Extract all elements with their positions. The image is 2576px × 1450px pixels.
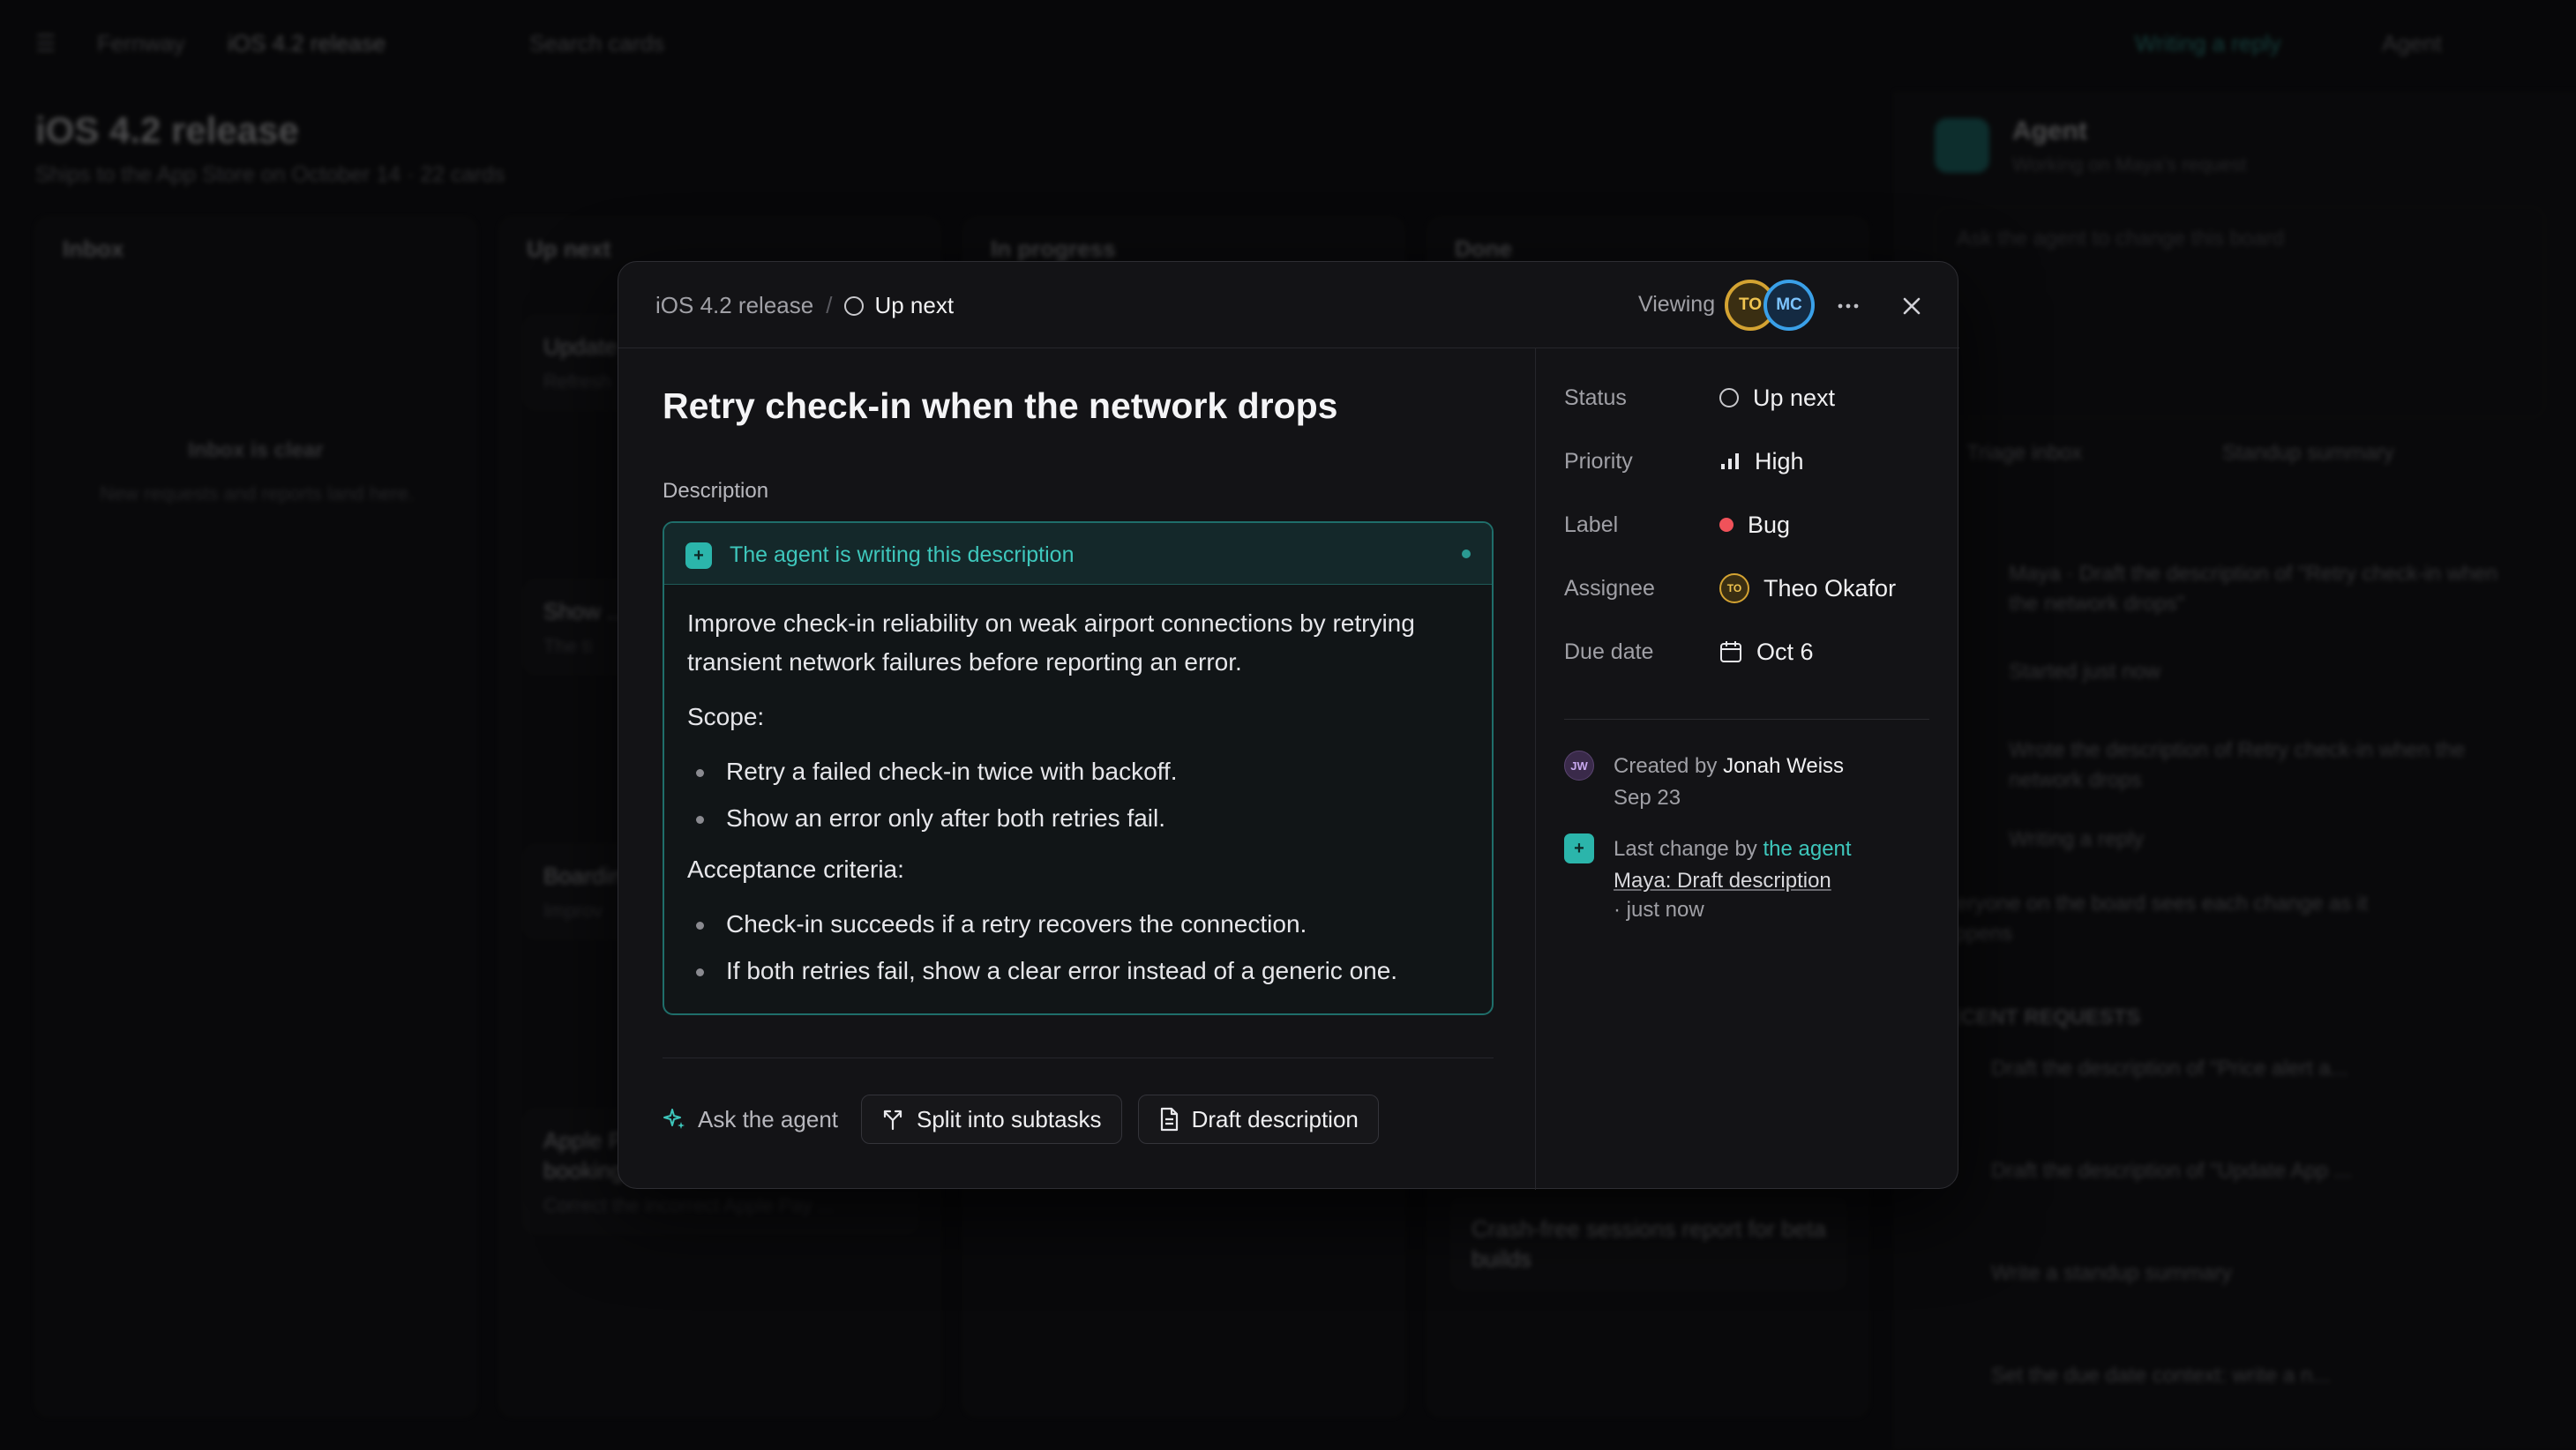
avatar: TO — [1719, 573, 1749, 603]
viewer-avatar-maya[interactable]: MC — [1764, 280, 1815, 331]
status-circle-icon — [844, 295, 865, 316]
property-label-text: Label — [1564, 512, 1619, 537]
priority-value: High — [1755, 447, 1804, 475]
list-item: Check-in succeeds if a retry recovers th… — [687, 905, 1472, 944]
more-options-button[interactable] — [1829, 287, 1868, 325]
property-label: Due date — [1564, 639, 1654, 664]
agent-writing-banner: + The agent is writing this description — [664, 523, 1492, 585]
acceptance-list: Check-in succeeds if a retry recovers th… — [687, 905, 1472, 990]
avatar: JW — [1564, 751, 1594, 781]
document-icon — [1160, 1107, 1178, 1132]
list-item: Show an error only after both retries fa… — [687, 799, 1472, 838]
draft-description-label: Draft description — [1191, 1105, 1359, 1132]
scope-list: Retry a failed check-in twice with backo… — [687, 752, 1472, 838]
property-label: Assignee — [1564, 575, 1655, 601]
ask-agent-label: Ask the agent — [698, 1105, 838, 1132]
agent-sparkle-icon: + — [1564, 833, 1594, 863]
due-date-value: Oct 6 — [1756, 638, 1814, 665]
sparkle-icon — [663, 1109, 685, 1129]
description-label: Description — [663, 479, 769, 503]
assignee-value: Theo Okafor — [1764, 574, 1897, 602]
property-priority[interactable]: Priority High — [1564, 442, 1935, 481]
divider — [1564, 719, 1929, 720]
list-item: If both retries fail, show a clear error… — [687, 952, 1472, 990]
split-subtasks-button[interactable]: Split into subtasks — [861, 1095, 1122, 1144]
agent-writing-text: The agent is writing this description — [730, 542, 1075, 567]
description-editor[interactable]: + The agent is writing this description … — [663, 521, 1494, 1015]
activity-created: JW Created by Jonah Weiss Sep 23 — [1564, 751, 1935, 814]
card-detail-modal: iOS 4.2 release / Up next Viewing TO MC … — [618, 261, 1959, 1190]
property-label: Priority — [1564, 448, 1633, 474]
property-status[interactable]: Status Up next — [1564, 378, 1935, 417]
split-subtasks-label: Split into subtasks — [917, 1105, 1102, 1132]
breadcrumb-separator: / — [826, 292, 833, 318]
viewing-label: Viewing — [1638, 292, 1716, 317]
property-label: Status — [1564, 385, 1627, 410]
ask-agent-button[interactable]: Ask the agent — [663, 1106, 838, 1133]
ellipsis-icon — [1838, 303, 1859, 309]
priority-bars-icon — [1721, 453, 1739, 469]
close-button[interactable] — [1892, 287, 1931, 325]
close-icon — [1903, 297, 1921, 315]
live-indicator — [1462, 549, 1471, 558]
bug-dot-icon — [1719, 518, 1734, 532]
property-due-date[interactable]: Due date Oct 6 — [1564, 632, 1935, 671]
action-bar: Ask the agent Split into subtasks Draft … — [663, 1095, 1379, 1144]
modal-header: iOS 4.2 release / Up next Viewing TO MC — [618, 262, 1959, 348]
sparkle-icon: + — [685, 542, 712, 569]
property-label[interactable]: Label Bug — [1564, 505, 1935, 544]
breadcrumb-status-label: Up next — [874, 292, 955, 318]
status-value: Up next — [1753, 384, 1836, 411]
property-assignee[interactable]: Assignee TO Theo Okafor — [1564, 569, 1935, 608]
change-prefix: Last change by — [1614, 837, 1757, 861]
breadcrumb-status[interactable]: Up next — [844, 292, 954, 319]
scope-heading: Scope: — [687, 703, 765, 730]
status-circle-icon — [1719, 388, 1739, 407]
change-time: · just now — [1614, 898, 1704, 922]
acceptance-heading: Acceptance criteria: — [687, 856, 904, 883]
card-title[interactable]: Retry check-in when the network drops — [663, 385, 1338, 427]
breadcrumb: iOS 4.2 release / Up next — [655, 292, 954, 319]
label-value: Bug — [1748, 511, 1791, 538]
list-item: Retry a failed check-in twice with backo… — [687, 752, 1472, 791]
breadcrumb-project[interactable]: iOS 4.2 release — [655, 292, 813, 319]
change-by[interactable]: the agent — [1763, 837, 1851, 861]
properties-panel: Status Up next Priority High Label Bug A… — [1536, 348, 1959, 1190]
split-icon — [883, 1110, 902, 1131]
created-by[interactable]: Jonah Weiss — [1723, 754, 1844, 778]
calendar-icon — [1720, 641, 1741, 662]
draft-description-button[interactable]: Draft description — [1137, 1095, 1379, 1144]
description-body: Improve check-in reliability on weak air… — [687, 604, 1472, 1003]
description-intro: Improve check-in reliability on weak air… — [687, 609, 1415, 676]
change-request-link[interactable]: Maya: Draft description — [1614, 865, 1852, 897]
activity-last-change: + Last change by the agent Maya: Draft d… — [1564, 833, 1935, 923]
created-date: Sep 23 — [1614, 786, 1681, 810]
created-prefix: Created by — [1614, 754, 1718, 778]
modal-main: Retry check-in when the network drops De… — [618, 348, 1536, 1190]
